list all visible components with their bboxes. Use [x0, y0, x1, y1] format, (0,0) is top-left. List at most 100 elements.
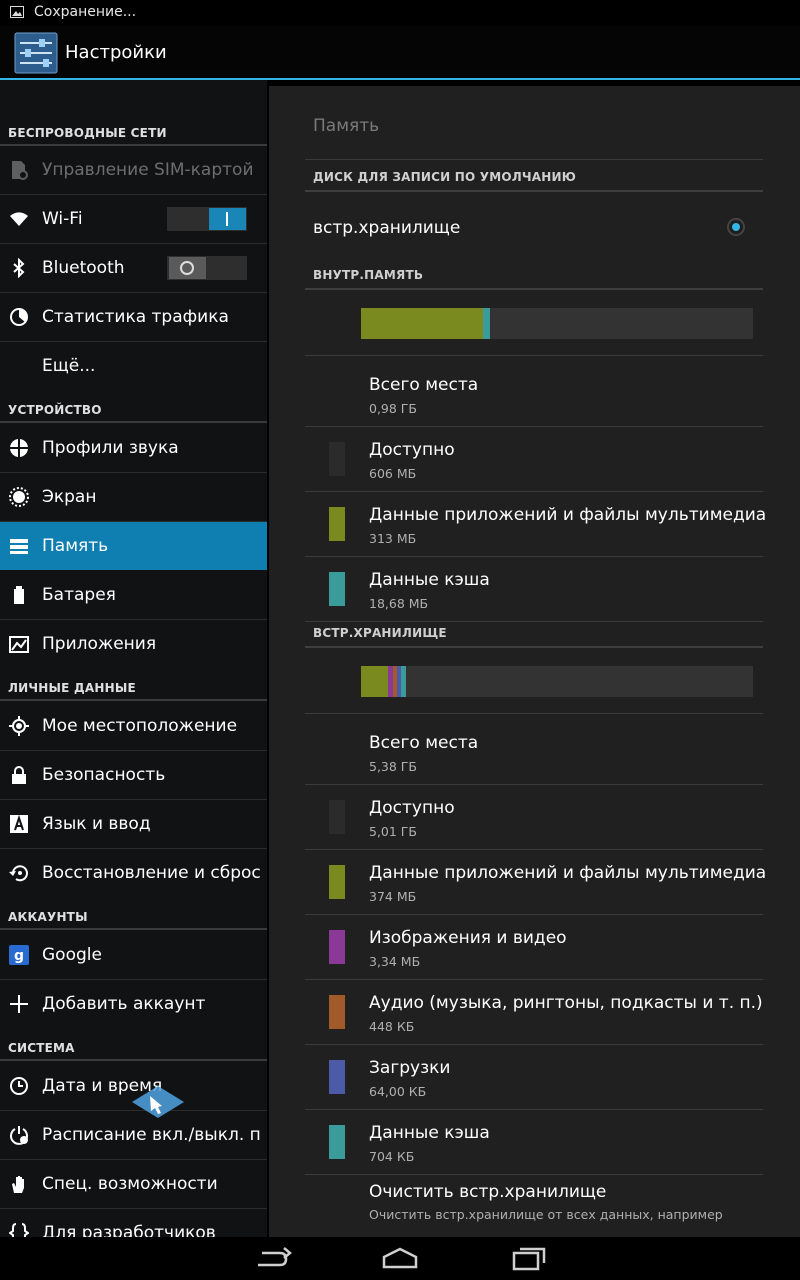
sidebar-item-bluetooth[interactable]: Bluetooth [0, 244, 267, 293]
color-swatch [329, 442, 345, 476]
back-icon[interactable] [252, 1243, 292, 1273]
sound-profiles-icon [10, 439, 28, 457]
bluetooth-toggle[interactable] [167, 256, 247, 280]
action-bar: Настройки [0, 26, 800, 78]
section-label: АККАУНТЫ [8, 910, 88, 924]
color-swatch [329, 572, 345, 606]
backup-restore-icon [9, 865, 28, 882]
sidebar-item-sound[interactable]: Профили звука [0, 424, 267, 473]
internal-section-label: ВНУТР.ПАМЯТЬ [313, 268, 424, 282]
storage-row-title: Всего места [369, 375, 479, 395]
sidebar-item-data-usage[interactable]: Статистика трафика [0, 293, 267, 342]
plus-icon [10, 995, 28, 1013]
svg-text:g: g [14, 948, 24, 964]
default-disk-option-label: встр.хранилище [313, 218, 461, 238]
sidebar-item-more[interactable]: Ещё... [0, 342, 267, 390]
storage-row[interactable]: Доступно 606 МБ [305, 427, 763, 492]
storage-row-value: 3,34 МБ [369, 954, 421, 969]
storage-row-value: 448 КБ [369, 1019, 415, 1034]
sidebar-item-battery[interactable]: Батарея [0, 571, 267, 620]
storage-panel: Память ДИСК ДЛЯ ЗАПИСИ ПО УМОЛЧАНИЮ встр… [269, 86, 800, 1237]
header-divider [305, 159, 763, 160]
sidebar-item-label: Мое местоположение [42, 716, 238, 736]
recent-apps-icon[interactable] [510, 1243, 550, 1273]
storage-row-title: Данные приложений и файлы мультимедиа [369, 863, 767, 883]
section-label: УСТРОЙСТВО [8, 403, 102, 417]
brightness-icon [9, 487, 29, 507]
section-wireless: БЕСПРОВОДНЫЕ СЕТИ [0, 80, 267, 146]
sidebar-item-location[interactable]: Мое местоположение [0, 702, 267, 751]
storage-row-title: Аудио (музыка, рингтоны, подкасты и т. п… [369, 993, 763, 1013]
clock-icon [10, 1077, 28, 1095]
sidebar-item-backup-reset[interactable]: Восстановление и сброс [0, 849, 267, 897]
sidebar-item-label: Профили звука [42, 438, 179, 458]
storage-row-value: 606 МБ [369, 466, 417, 481]
storage-row[interactable]: Данные приложений и файлы мультимедиа 313… [305, 492, 767, 557]
google-icon: g [9, 945, 29, 965]
storage-row-title: Доступно [369, 440, 455, 460]
sidebar-item-wifi[interactable]: Wi-Fi [0, 195, 267, 244]
clear-storage-row[interactable]: Очистить встр.хранилище Очистить встр.хр… [305, 1169, 763, 1237]
tablet-watermark-icon [132, 1086, 184, 1118]
storage-row-title: Изображения и видео [369, 928, 567, 948]
section-label: СИСТЕМА [8, 1041, 75, 1055]
default-disk-section-label: ДИСК ДЛЯ ЗАПИСИ ПО УМОЛЧАНИЮ [313, 170, 577, 184]
storage-row[interactable]: Изображения и видео 3,34 МБ [305, 915, 763, 980]
sidebar-item-label: Для разработчиков [42, 1223, 216, 1237]
sidebar-item-label: Экран [42, 487, 97, 507]
sidebar-item-google[interactable]: g Google [0, 931, 267, 980]
language-icon [10, 814, 28, 833]
color-swatch [329, 995, 345, 1029]
sim-card-gear-icon [12, 161, 28, 180]
default-disk-radio[interactable] [727, 218, 745, 236]
section-divider [305, 646, 763, 648]
storage-row-title: Всего места [369, 733, 479, 753]
section-device: УСТРОЙСТВО [0, 390, 267, 423]
storage-row-title: Данные приложений и файлы мультимедиа [369, 505, 767, 525]
sidebar-item-accessibility[interactable]: Спец. возможности [0, 1160, 267, 1209]
storage-row[interactable]: Загрузки 64,00 КБ [305, 1045, 763, 1110]
external-usage-bar [361, 666, 753, 697]
developer-braces-icon [9, 1223, 29, 1237]
clear-storage-title: Очистить встр.хранилище [369, 1182, 607, 1202]
sidebar-item-label: Bluetooth [42, 258, 125, 278]
sidebar-item-label: Память [42, 536, 109, 556]
storage-row[interactable]: Данные приложений и файлы мультимедиа 374… [305, 850, 767, 915]
bar-segment-cache [401, 666, 406, 697]
bar-segment-cache [483, 308, 490, 339]
page-title: Настройки [65, 42, 167, 63]
sidebar-item-developer[interactable]: Для разработчиков [0, 1209, 267, 1237]
section-personal: ЛИЧНЫЕ ДАННЫЕ [0, 668, 267, 701]
wifi-toggle[interactable] [167, 207, 247, 231]
sidebar-item-display[interactable]: Экран [0, 473, 267, 522]
storage-row[interactable]: Всего места 5,38 ГБ [305, 720, 763, 785]
settings-app-icon[interactable] [14, 32, 58, 74]
sidebar-item-language[interactable]: Язык и ввод [0, 800, 267, 849]
sidebar-item-security[interactable]: Безопасность [0, 751, 267, 800]
storage-row-title: Загрузки [369, 1058, 451, 1078]
storage-row[interactable]: Данные кэша 18,68 МБ [305, 557, 763, 622]
wifi-icon [10, 212, 28, 226]
color-swatch [329, 1060, 345, 1094]
storage-row-value: 5,38 ГБ [369, 759, 418, 774]
accessibility-hand-icon [12, 1176, 24, 1193]
sidebar-item-apps[interactable]: Приложения [0, 620, 267, 668]
storage-row[interactable]: Аудио (музыка, рингтоны, подкасты и т. п… [305, 980, 763, 1045]
color-swatch [329, 507, 345, 541]
home-icon[interactable] [380, 1243, 420, 1273]
row-divider [305, 621, 763, 622]
color-swatch [329, 800, 345, 834]
sidebar-item-storage[interactable]: Память [0, 522, 267, 570]
status-bar: Сохранение... [0, 0, 800, 26]
storage-row-value: 64,00 КБ [369, 1084, 427, 1099]
color-swatch [329, 930, 345, 964]
storage-row[interactable]: Доступно 5,01 ГБ [305, 785, 763, 850]
sidebar-item-add-account[interactable]: Добавить аккаунт [0, 980, 267, 1028]
storage-row[interactable]: Всего места 0,98 ГБ [305, 362, 763, 427]
sidebar-item-label: Приложения [42, 634, 157, 654]
settings-sidebar[interactable]: БЕСПРОВОДНЫЕ СЕТИ Управление SIM-картой … [0, 80, 267, 1237]
storage-row-value: 18,68 МБ [369, 596, 429, 611]
sidebar-item-label: Google [42, 945, 102, 965]
sidebar-item-label: Безопасность [42, 765, 166, 785]
storage-row[interactable]: Данные кэша 704 КБ [305, 1110, 763, 1175]
